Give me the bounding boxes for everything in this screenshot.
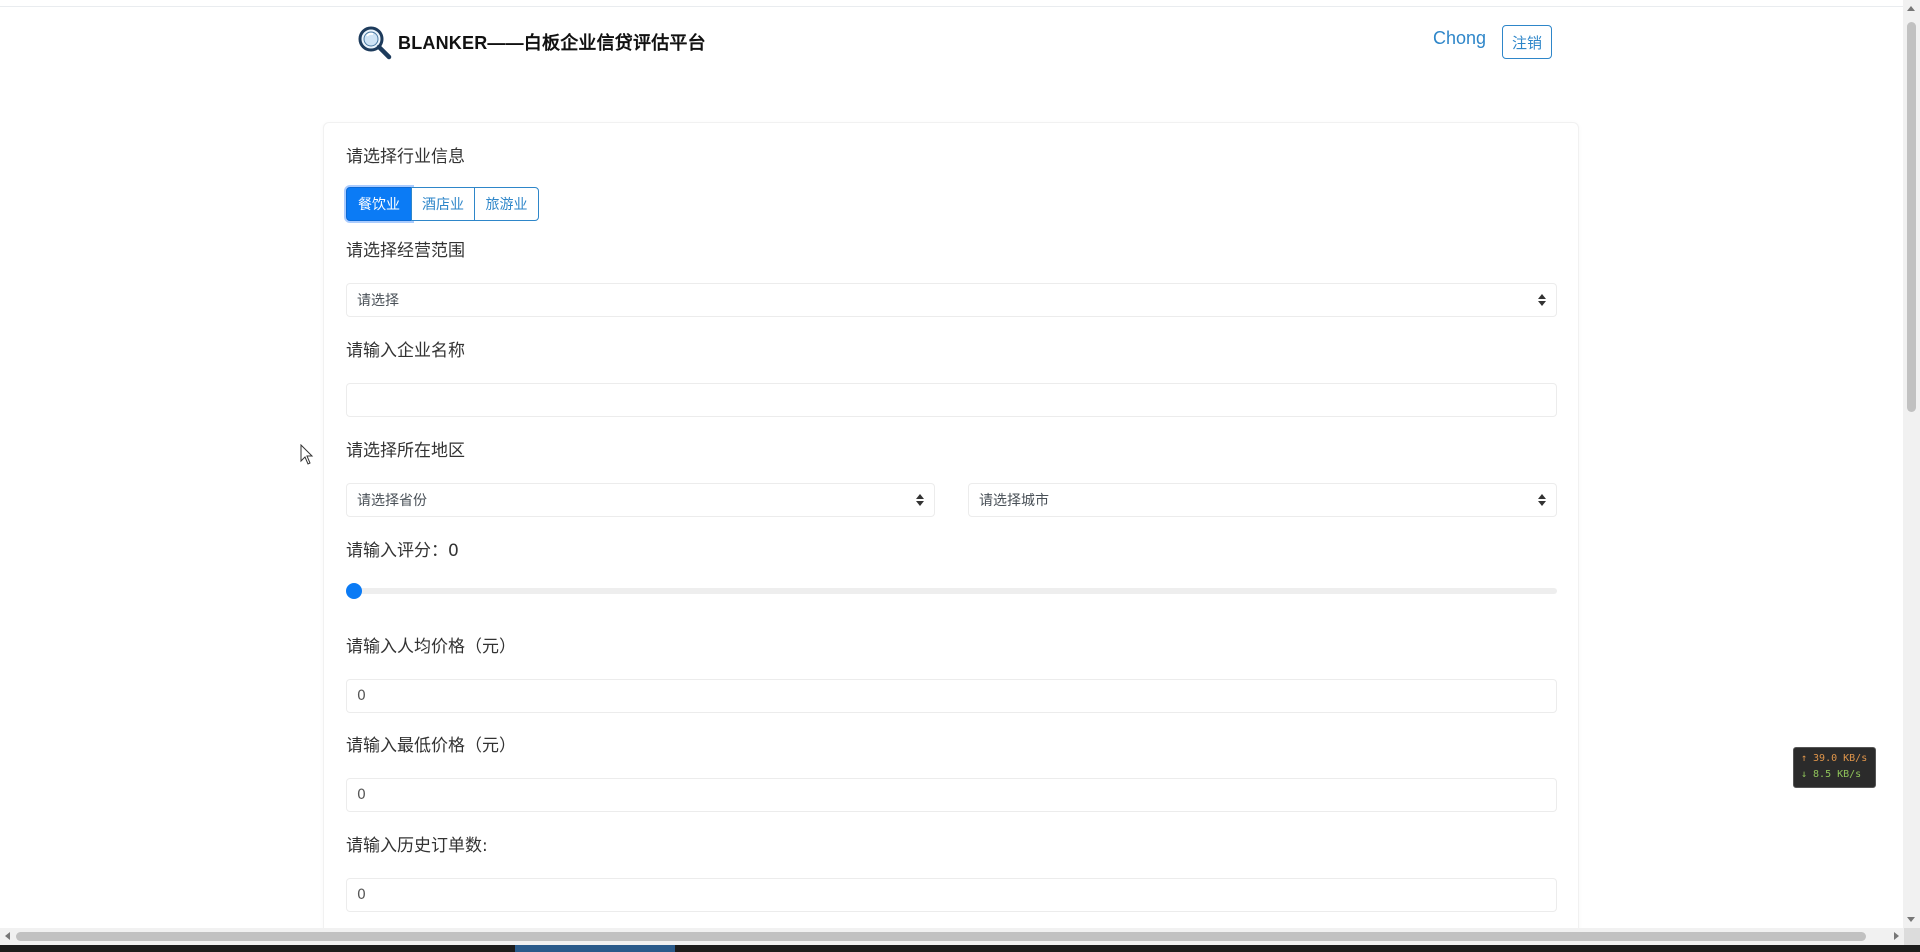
scope-field: 请选择经营范围 请选择: [346, 239, 1557, 317]
scroll-left-arrow-icon[interactable]: [5, 932, 10, 940]
brand[interactable]: BLANKER——白板企业信贷评估平台: [356, 24, 706, 60]
top-divider: [0, 6, 1904, 7]
company-label: 请输入企业名称: [346, 341, 465, 361]
region-label: 请选择所在地区: [346, 441, 465, 461]
company-name-input[interactable]: [346, 383, 1557, 417]
city-select-value: 请选择城市: [979, 493, 1049, 509]
industry-label: 请选择行业信息: [346, 147, 465, 167]
logout-button[interactable]: 注销: [1502, 25, 1552, 59]
avg-price-field: 请输入人均价格（元） 0: [346, 635, 1557, 713]
industry-option-hotel[interactable]: 酒店业: [411, 187, 475, 221]
rating-slider[interactable]: [346, 581, 1557, 601]
horizontal-scroll-thumb[interactable]: [16, 932, 1866, 941]
industry-field: 请选择行业信息 餐饮业 酒店业 旅游业: [346, 145, 1557, 221]
region-field: 请选择所在地区 请选择省份 请选择城市: [346, 439, 1557, 517]
orders-input[interactable]: 0: [346, 878, 1557, 912]
scope-select[interactable]: 请选择: [346, 283, 1557, 317]
industry-option-tourism[interactable]: 旅游业: [474, 187, 539, 221]
province-select-value: 请选择省份: [357, 493, 427, 509]
scroll-up-arrow-icon[interactable]: [1907, 6, 1915, 11]
region-selects: 请选择省份 请选择城市: [346, 483, 1557, 517]
user-name-link[interactable]: Chong: [1433, 28, 1486, 49]
scope-select-value: 请选择: [357, 293, 399, 309]
scroll-down-arrow-icon[interactable]: [1907, 917, 1915, 922]
avg-price-label: 请输入人均价格（元）: [346, 637, 516, 657]
avg-price-input[interactable]: 0: [346, 679, 1557, 713]
rating-field: 请输入评分：0: [346, 539, 1557, 601]
select-arrows-icon: [1538, 494, 1546, 506]
magnifier-logo-icon: [358, 26, 392, 60]
taskbar: [0, 945, 1920, 952]
upload-speed: ↑ 39.0 KB/s: [1801, 753, 1868, 764]
mouse-cursor-icon: [300, 444, 314, 465]
horizontal-scrollbar[interactable]: [0, 928, 1904, 945]
scope-label: 请选择经营范围: [346, 241, 465, 261]
scrollbar-corner: [1904, 928, 1920, 945]
industry-option-catering[interactable]: 餐饮业: [346, 187, 412, 221]
taskbar-active-app[interactable]: [515, 945, 675, 952]
navbar: BLANKER——白板企业信贷评估平台 Chong 注销: [350, 20, 1556, 70]
rating-label: 请输入评分：0: [346, 541, 459, 561]
select-arrows-icon: [1538, 294, 1546, 306]
city-select[interactable]: 请选择城市: [968, 483, 1557, 517]
min-price-label: 请输入最低价格（元）: [346, 736, 516, 756]
rating-slider-track[interactable]: [346, 588, 1557, 594]
min-price-input[interactable]: 0: [346, 778, 1557, 812]
vertical-scroll-thumb[interactable]: [1907, 22, 1916, 412]
province-select[interactable]: 请选择省份: [346, 483, 935, 517]
orders-label: 请输入历史订单数:: [346, 836, 488, 856]
select-arrows-icon: [916, 494, 924, 506]
industry-button-group: 餐饮业 酒店业 旅游业: [346, 187, 1557, 221]
scroll-right-arrow-icon[interactable]: [1894, 932, 1899, 940]
download-speed: ↓ 8.5 KB/s: [1801, 769, 1862, 780]
min-price-field: 请输入最低价格（元） 0: [346, 734, 1557, 812]
network-speed-widget: ↑ 39.0 KB/s ↓ 8.5 KB/s: [1793, 747, 1876, 788]
vertical-scrollbar[interactable]: [1903, 0, 1920, 928]
rating-slider-thumb[interactable]: [346, 583, 362, 599]
brand-title: BLANKER——白板企业信贷评估平台: [398, 33, 706, 53]
orders-field: 请输入历史订单数: 0: [346, 834, 1557, 912]
company-field: 请输入企业名称: [346, 339, 1557, 417]
